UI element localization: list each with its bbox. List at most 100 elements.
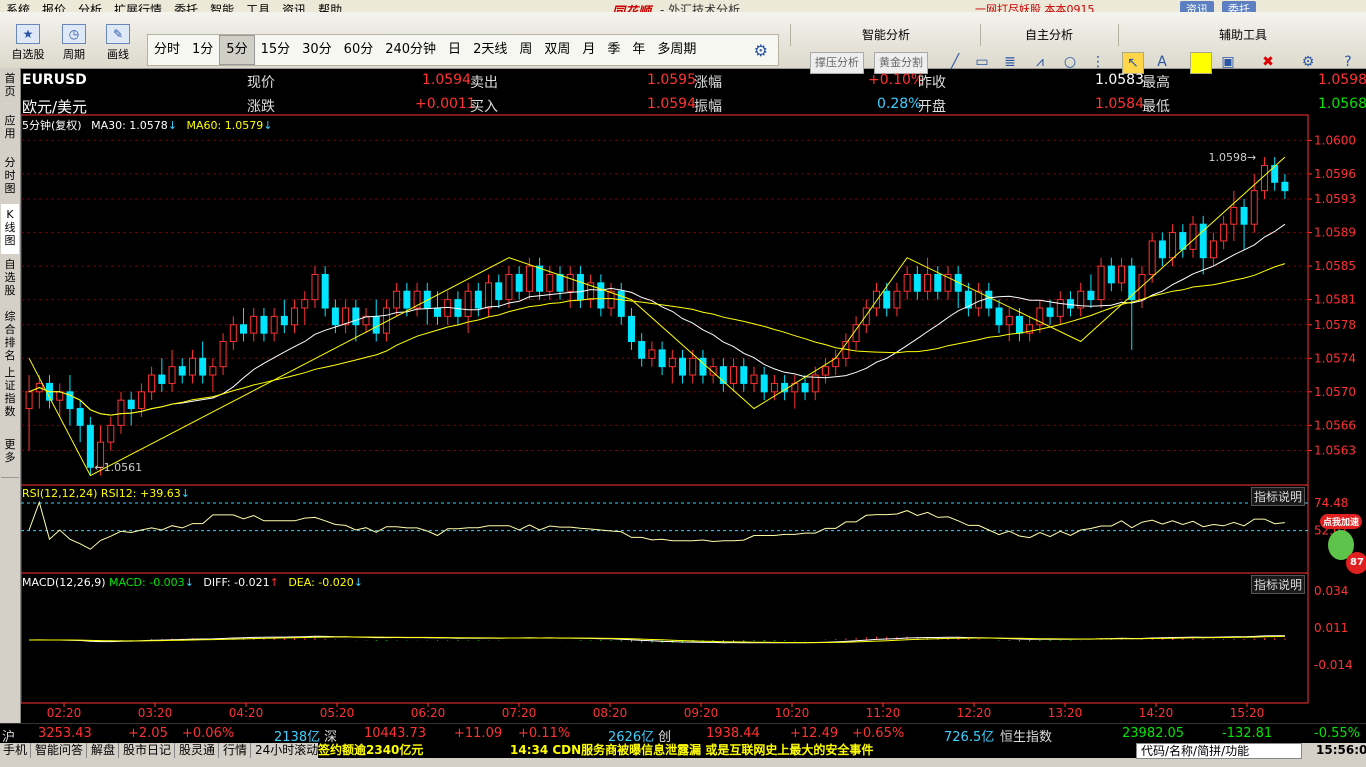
label-amp: 振幅 — [694, 99, 722, 115]
candle-body — [474, 290, 482, 309]
taskbar-tab-6[interactable]: 24小时滚动 — [252, 743, 323, 758]
candle-body — [260, 315, 268, 334]
wave-tool-icon[interactable]: ⩘ — [1030, 52, 1050, 72]
draw-button[interactable]: ✎ 画线 — [96, 18, 140, 66]
search-input[interactable]: 代码/名称/简拼/功能 — [1136, 743, 1302, 759]
settings-icon[interactable]: ⚙ — [1298, 52, 1318, 72]
sidebar-tab-1[interactable]: 应用 — [1, 110, 19, 156]
news-item-2[interactable]: 14:34 CDN服务商被曝信息泄露漏 或是互联网史上最大的安全事件 — [510, 743, 873, 758]
sh-pct: +0.06% — [182, 726, 235, 741]
period-12[interactable]: 季 — [601, 35, 626, 65]
news-item-1[interactable]: 签约额逾2340亿元 — [318, 743, 423, 758]
candle-body — [188, 357, 196, 376]
period-5[interactable]: 60分 — [338, 35, 380, 65]
rsi-help-button[interactable]: 指标说明 — [1251, 487, 1306, 506]
label-change: 涨跌 — [247, 99, 275, 115]
candle-body — [903, 273, 911, 292]
delete-icon[interactable]: ✖ — [1258, 52, 1278, 72]
candle-body — [913, 273, 921, 292]
taskbar-tab-5[interactable]: 行情 — [220, 743, 252, 758]
rect-tool-icon[interactable]: ▭ — [972, 52, 992, 72]
taskbar-tab-0[interactable]: 手机 — [0, 743, 32, 758]
self-analysis-header[interactable]: 自主分析 — [980, 24, 1117, 46]
smart-analysis-header[interactable]: 智能分析 — [790, 24, 981, 46]
value-sell: 1.0595 — [647, 72, 696, 88]
candle-body — [331, 307, 339, 326]
candle-body — [219, 341, 227, 368]
period-14[interactable]: 多周期 — [651, 35, 702, 65]
text-tool-icon[interactable]: A — [1152, 52, 1172, 72]
period-2[interactable]: 5分 — [219, 35, 255, 65]
price-tick-label: 1.0563 — [1314, 443, 1356, 457]
sidebar-tab-3[interactable]: K线图 — [1, 204, 19, 258]
golden-section-button[interactable]: 黄金分割 — [874, 52, 928, 74]
watchlist-button[interactable]: ★ 自选股 — [6, 18, 50, 66]
news-scroll[interactable]: 签约额逾2340亿元 14:34 CDN服务商被曝信息泄露漏 或是互联网史上最大… — [318, 743, 1136, 758]
taskbar-tab-1[interactable]: 智能问答 — [32, 743, 88, 758]
period-7[interactable]: 日 — [442, 35, 467, 65]
period-0[interactable]: 分时 — [148, 35, 186, 65]
taskbar-tab-2[interactable]: 解盘 — [88, 743, 120, 758]
candle-body — [1240, 206, 1248, 225]
candle-body — [668, 357, 676, 368]
candle-body — [525, 265, 533, 292]
help-icon[interactable]: ? — [1338, 52, 1358, 72]
period-9[interactable]: 周 — [513, 35, 538, 65]
gear-icon[interactable]: ⚙ — [754, 41, 768, 60]
candle-body — [1015, 315, 1023, 334]
period-8[interactable]: 2天线 — [467, 35, 513, 65]
candle-body — [1148, 240, 1156, 275]
sidebar-tab-2[interactable]: 分时图 — [1, 152, 19, 208]
period-6[interactable]: 240分钟 — [379, 35, 442, 65]
price-tick-label: 1.0578 — [1314, 318, 1356, 332]
macd-title: MACD(12,26,9) — [22, 576, 106, 589]
circle-tool-icon[interactable]: ○ — [1060, 52, 1080, 72]
color-picker[interactable] — [1190, 52, 1212, 74]
fib-tool-icon[interactable]: ≣ — [1000, 52, 1020, 72]
toolbar: ★ 自选股 ◷ 周期 ✎ 画线 分时 1分 5分 15分 30分 60分 240分钟日 2天线… — [0, 12, 1366, 74]
period-4[interactable]: 30分 — [296, 35, 338, 65]
period-1[interactable]: 1分 — [186, 35, 219, 65]
symbol-code: EURUSD — [22, 72, 87, 88]
more-tool-icon[interactable]: ⋮ — [1088, 52, 1108, 72]
candle-body — [1281, 181, 1289, 192]
line-tool-icon[interactable]: ╱ — [945, 52, 965, 72]
candle-body — [648, 349, 656, 359]
support-analysis-button[interactable]: 撑压分析 — [810, 52, 864, 74]
period-13[interactable]: 年 — [626, 35, 651, 65]
save-icon[interactable]: ▣ — [1218, 52, 1238, 72]
period-11[interactable]: 月 — [576, 35, 601, 65]
time-tick-label: 15:20 — [1230, 706, 1265, 720]
sidebar-tab-4[interactable]: 自选股 — [1, 254, 19, 310]
candle-body — [873, 290, 881, 309]
candle-body — [158, 374, 166, 384]
macd-help-button[interactable]: 指标说明 — [1251, 575, 1306, 594]
taskbar-tab-4[interactable]: 股灵通 — [176, 743, 220, 758]
sidebar-tab-5[interactable]: 综合排名 — [1, 306, 19, 366]
sidebar-tab-6[interactable]: 上证指数 — [1, 362, 19, 438]
candle-body — [127, 399, 135, 410]
cycle-button[interactable]: ◷ 周期 — [52, 18, 96, 66]
period-10[interactable]: 双周 — [538, 35, 576, 65]
sidebar-tab-7[interactable]: 更多 — [1, 434, 19, 478]
ma-legend: 5分钟(复权) MA30: 1.0578↓ MA60: 1.0579↓ — [22, 117, 272, 133]
candle-body — [985, 290, 993, 309]
candle-body — [627, 315, 635, 343]
symbol-name: 欧元/美元 — [22, 98, 88, 116]
candle-body — [25, 391, 33, 410]
candle-body — [730, 366, 738, 384]
value-pct: +0.10% — [868, 72, 925, 88]
candle-body — [342, 307, 350, 326]
time-tick-label: 09:20 — [684, 706, 719, 720]
candle-body — [291, 307, 299, 326]
cursor-icon[interactable]: ↖ — [1122, 52, 1144, 74]
candle-body — [924, 273, 932, 292]
speedup-badge[interactable]: 点我加速 87 — [1318, 508, 1366, 574]
time-tick-label: 07:20 — [502, 706, 537, 720]
sidebar-tab-0[interactable]: 首页 — [1, 68, 19, 114]
assist-tools-header[interactable]: 辅助工具 — [1118, 24, 1366, 46]
taskbar-tab-3[interactable]: 股市日记 — [120, 743, 176, 758]
candle-body — [1138, 273, 1146, 301]
value-price: 1.0594 — [422, 72, 471, 88]
period-3[interactable]: 15分 — [255, 35, 297, 65]
